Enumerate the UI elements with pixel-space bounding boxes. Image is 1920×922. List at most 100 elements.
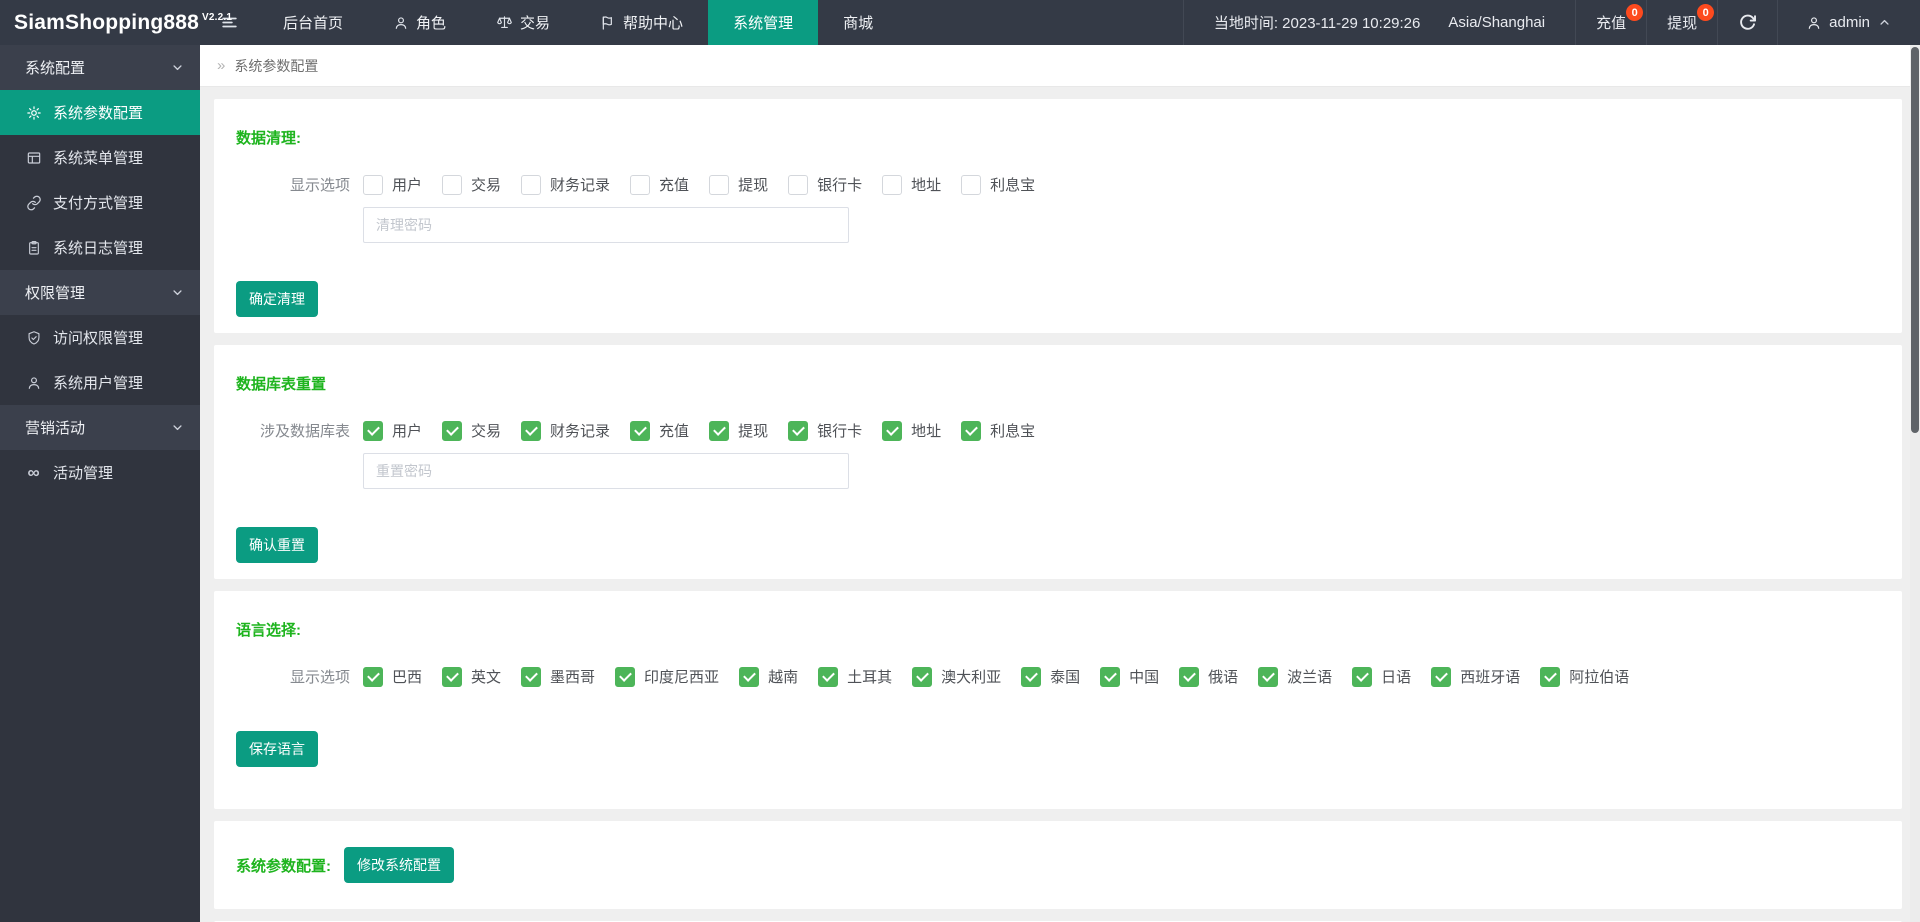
- sidebar-group-permissions[interactable]: 权限管理: [0, 270, 200, 315]
- sidebar-item-system-users[interactable]: 系统用户管理: [0, 360, 200, 405]
- checkbox[interactable]: [709, 420, 730, 441]
- nav-right-cluster: 当地时间: 2023-11-29 10:29:26 Asia/Shanghai …: [1182, 0, 1920, 45]
- checkbox-option[interactable]: 澳大利亚: [912, 666, 1001, 687]
- vertical-scrollbar[interactable]: [1910, 45, 1920, 922]
- confirm-clean-button[interactable]: 确定清理: [236, 281, 318, 317]
- clipboard-icon: [25, 240, 42, 256]
- checkbox[interactable]: [709, 174, 730, 195]
- checkbox-option[interactable]: 俄语: [1179, 666, 1238, 687]
- modify-system-config-button[interactable]: 修改系统配置: [344, 847, 454, 883]
- section-title: 数据清理:: [236, 130, 301, 147]
- checkbox[interactable]: [1021, 666, 1042, 687]
- checkbox-option[interactable]: 用户: [363, 420, 422, 441]
- checkbox[interactable]: [442, 666, 463, 687]
- checkbox-option[interactable]: 越南: [739, 666, 798, 687]
- checkbox[interactable]: [961, 174, 982, 195]
- refresh-button[interactable]: [1717, 0, 1777, 45]
- checkbox[interactable]: [882, 174, 903, 195]
- checkbox[interactable]: [1179, 666, 1200, 687]
- checkbox-option[interactable]: 墨西哥: [521, 666, 595, 687]
- checkbox[interactable]: [882, 420, 903, 441]
- checkbox[interactable]: [363, 666, 383, 687]
- checkbox[interactable]: [788, 174, 809, 195]
- nav-item-transactions[interactable]: 交易: [471, 0, 575, 45]
- checkbox-option[interactable]: 日语: [1352, 666, 1411, 687]
- checkbox[interactable]: [1540, 666, 1561, 687]
- recharge-badge: 0: [1626, 4, 1644, 21]
- checkbox-option[interactable]: 交易: [442, 174, 501, 195]
- checkbox[interactable]: [739, 666, 760, 687]
- checkbox[interactable]: [1352, 666, 1373, 687]
- row-label: 涉及数据库表: [259, 423, 350, 440]
- sidebar-item-system-menu[interactable]: 系统菜单管理: [0, 135, 200, 180]
- checkbox[interactable]: [521, 666, 542, 687]
- clean-password-input[interactable]: [363, 207, 849, 243]
- nav-item-help-center[interactable]: 帮助中心: [575, 0, 708, 45]
- checkbox[interactable]: [521, 174, 542, 195]
- checkbox[interactable]: [615, 666, 636, 687]
- checkbox[interactable]: [442, 174, 463, 195]
- checkbox[interactable]: [818, 666, 839, 687]
- checkbox-option[interactable]: 用户: [363, 174, 422, 195]
- sidebar-group-system-config[interactable]: 系统配置: [0, 45, 200, 90]
- nav-item-system-management[interactable]: 系统管理: [708, 0, 819, 45]
- nav-item-home[interactable]: 后台首页: [258, 0, 368, 45]
- checkbox-option[interactable]: 银行卡: [788, 420, 862, 441]
- checkbox-option[interactable]: 西班牙语: [1431, 666, 1520, 687]
- checkbox-option[interactable]: 泰国: [1021, 666, 1080, 687]
- sidebar-group-marketing[interactable]: 营销活动: [0, 405, 200, 450]
- checkbox-option[interactable]: 印度尼西亚: [615, 666, 719, 687]
- local-time-label: 当地时间: 2023-11-29 10:29:26: [1213, 15, 1421, 32]
- checkbox[interactable]: [442, 420, 463, 441]
- checkbox[interactable]: [363, 420, 383, 441]
- language-checkbox-list: 巴西 英文 墨西哥 印度尼西亚 越南 土耳其 澳大利亚 泰国 中国 俄语 波兰语…: [363, 666, 1629, 687]
- recharge-button[interactable]: 充值 0: [1575, 0, 1646, 45]
- checkbox-option[interactable]: 交易: [442, 420, 501, 441]
- checkbox[interactable]: [1431, 666, 1452, 687]
- sidebar-item-access-permissions[interactable]: 访问权限管理: [0, 315, 200, 360]
- checkbox-option[interactable]: 利息宝: [961, 420, 1035, 441]
- checkbox-option[interactable]: 地址: [882, 420, 941, 441]
- checkbox[interactable]: [363, 174, 383, 195]
- checkbox-option[interactable]: 地址: [882, 174, 941, 195]
- admin-user-menu[interactable]: admin: [1777, 0, 1920, 45]
- sidebar-item-system-params[interactable]: 系统参数配置: [0, 90, 200, 135]
- language-options-row: 显示选项 巴西 英文 墨西哥 印度尼西亚 越南 土耳其 澳大利亚 泰国 中国 俄…: [236, 666, 1880, 687]
- checkbox-option[interactable]: 巴西: [363, 666, 422, 687]
- checkbox-option[interactable]: 波兰语: [1258, 666, 1332, 687]
- checkbox-option[interactable]: 利息宝: [961, 174, 1035, 195]
- sidebar-item-payment-methods[interactable]: 支付方式管理: [0, 180, 200, 225]
- save-language-button[interactable]: 保存语言: [236, 731, 318, 767]
- checkbox-option[interactable]: 英文: [442, 666, 501, 687]
- checkbox-option[interactable]: 财务记录: [521, 420, 610, 441]
- checkbox[interactable]: [788, 420, 809, 441]
- nav-item-roles[interactable]: 角色: [368, 0, 471, 45]
- checkbox[interactable]: [630, 420, 651, 441]
- checkbox[interactable]: [521, 420, 542, 441]
- nav-item-mall[interactable]: 商城: [818, 0, 898, 45]
- checkbox-option[interactable]: 土耳其: [818, 666, 892, 687]
- refresh-icon: [1738, 13, 1757, 32]
- scrollbar-thumb[interactable]: [1911, 47, 1919, 433]
- reset-password-input[interactable]: [363, 453, 849, 489]
- username-label: admin: [1829, 14, 1870, 31]
- checkbox-option[interactable]: 阿拉伯语: [1540, 666, 1629, 687]
- sidebar-item-system-logs[interactable]: 系统日志管理: [0, 225, 200, 270]
- checkbox-option[interactable]: 财务记录: [521, 174, 610, 195]
- sidebar-item-activity-management[interactable]: ∞ 活动管理: [0, 450, 200, 495]
- checkbox-option[interactable]: 充值: [630, 420, 689, 441]
- checkbox-option[interactable]: 银行卡: [788, 174, 862, 195]
- checkbox[interactable]: [630, 174, 651, 195]
- checkbox-option[interactable]: 充值: [630, 174, 689, 195]
- checkbox[interactable]: [912, 666, 933, 687]
- checkbox-option[interactable]: 提现: [709, 174, 768, 195]
- infinity-icon: ∞: [27, 463, 40, 482]
- checkbox[interactable]: [961, 420, 982, 441]
- checkbox[interactable]: [1258, 666, 1279, 687]
- checkbox-option[interactable]: 提现: [709, 420, 768, 441]
- scales-icon: [496, 14, 513, 31]
- checkbox[interactable]: [1100, 666, 1121, 687]
- checkbox-option[interactable]: 中国: [1100, 666, 1159, 687]
- confirm-reset-button[interactable]: 确认重置: [236, 527, 318, 563]
- withdraw-button[interactable]: 提现 0: [1646, 0, 1717, 45]
